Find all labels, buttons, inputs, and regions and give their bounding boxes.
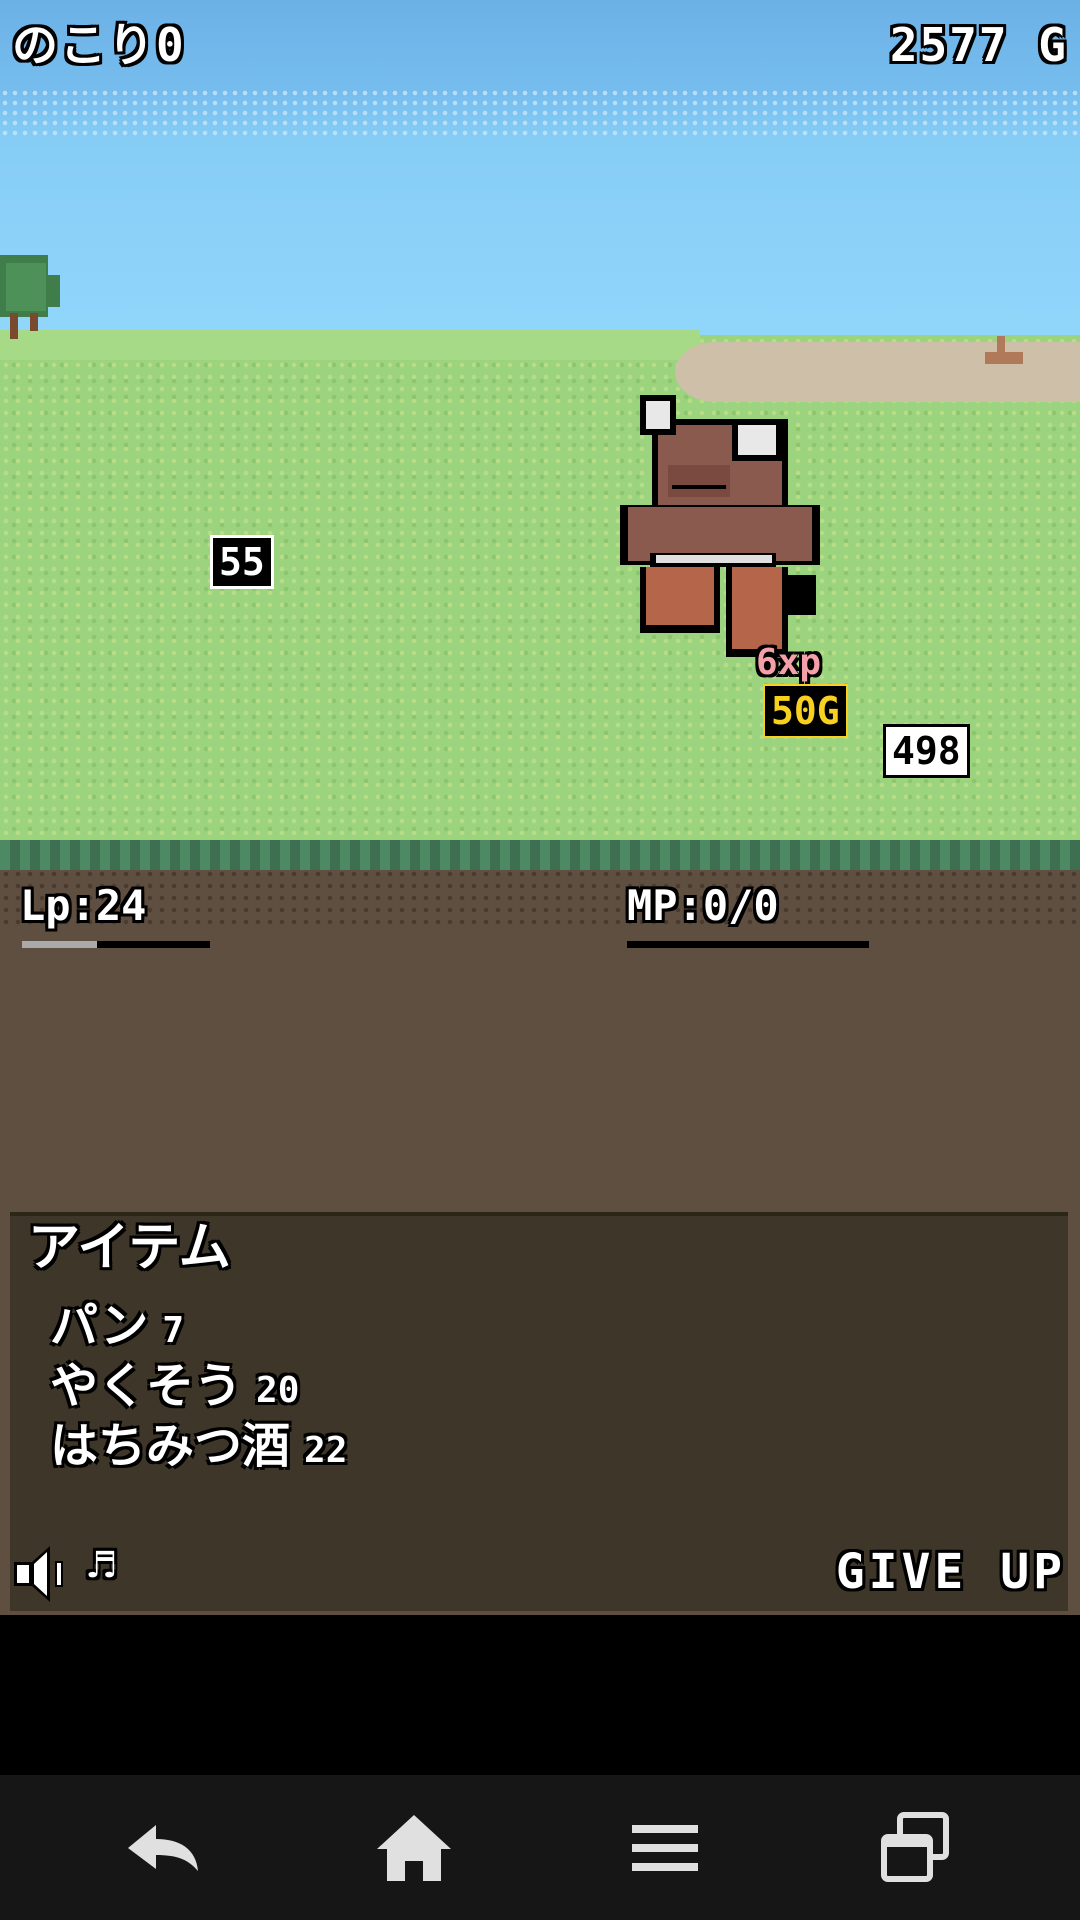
exp-reward: 6xp <box>756 642 822 683</box>
item-qty: 7 <box>162 1310 185 1351</box>
mp-bar <box>627 941 869 948</box>
game-screen: のこり0 2577 G 55 6xp 50G 498 Lp:24 MP:0/0 … <box>0 0 1080 1615</box>
sky-dither <box>0 88 1080 138</box>
gold-total: 2577 G <box>889 18 1068 72</box>
system-navbar <box>0 1775 1080 1920</box>
mp-label: MP:0/0 <box>627 881 779 930</box>
back-icon[interactable] <box>118 1803 208 1893</box>
lp-bar <box>22 941 210 948</box>
menu-icon[interactable] <box>620 1803 710 1893</box>
minotaur-monster[interactable] <box>620 395 830 665</box>
item-qty: 22 <box>304 1430 348 1471</box>
damage-number-left: 55 <box>210 535 274 589</box>
speaker-icon[interactable] <box>12 1542 72 1606</box>
music-icon[interactable]: ♬ <box>88 1544 115 1588</box>
item-qty: 20 <box>256 1370 300 1411</box>
gold-reward: 50G <box>763 684 848 738</box>
recent-apps-icon[interactable] <box>870 1803 960 1893</box>
rock-icon <box>985 336 1023 364</box>
dirt-dither <box>0 868 1080 928</box>
item-row[interactable]: はちみつ酒 22 <box>50 1406 347 1476</box>
tree-icon <box>0 255 60 339</box>
far-field <box>0 330 700 360</box>
ground <box>0 926 1080 1216</box>
home-icon[interactable] <box>369 1803 459 1893</box>
give-up-button[interactable]: GIVE UP <box>836 1548 1066 1596</box>
damage-number-right: 498 <box>883 724 970 778</box>
grass-edge <box>0 840 1080 870</box>
item-panel-title: アイテム <box>28 1218 231 1278</box>
lp-label: Lp:24 <box>20 881 147 930</box>
lp-bar-fill <box>22 941 98 948</box>
item-name: はちみつ酒 <box>50 1418 291 1474</box>
remaining-counter: のこり0 <box>12 18 186 72</box>
